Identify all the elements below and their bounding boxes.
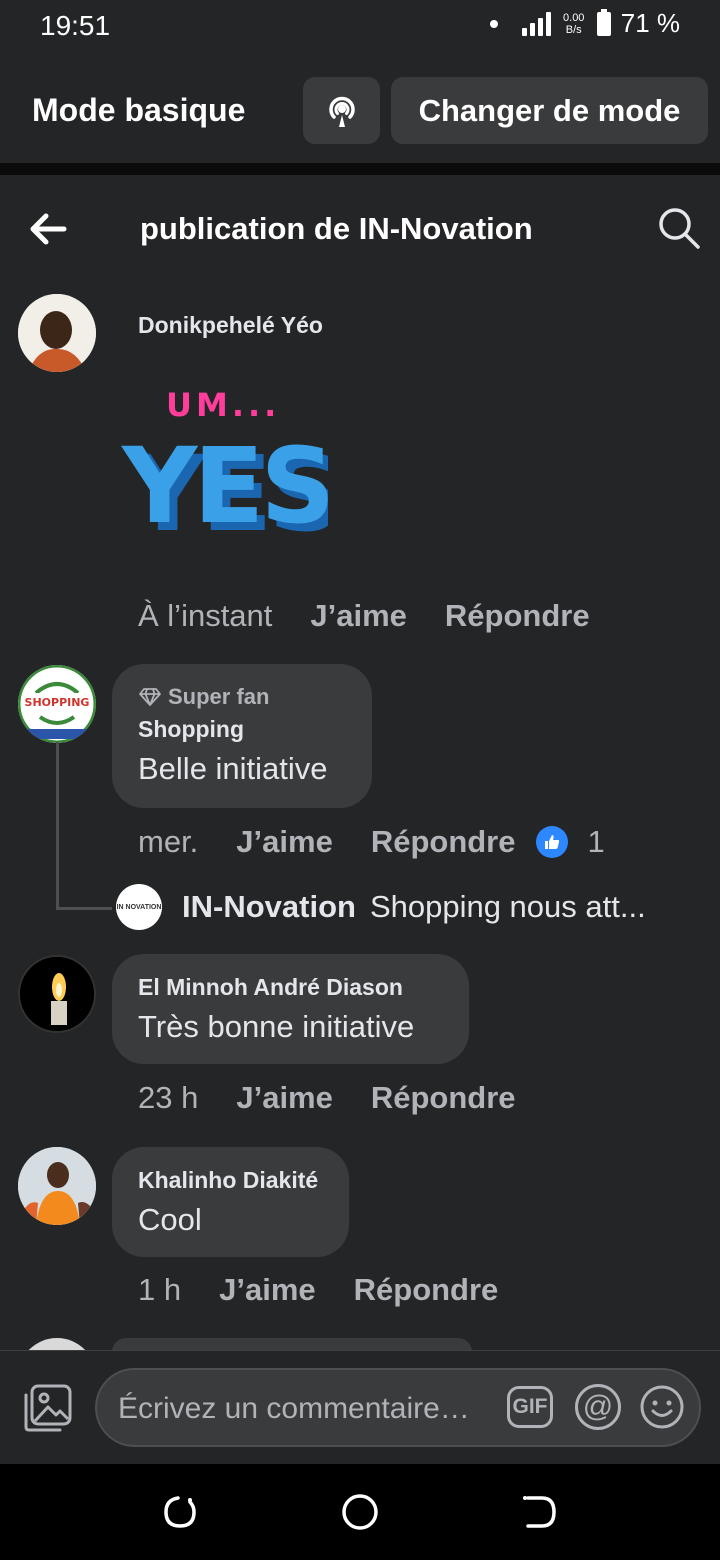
broadcast-button[interactable] xyxy=(303,77,380,144)
comment-author[interactable]: Donikpehelé Yéo xyxy=(138,312,323,339)
comment-bubble[interactable]: Khalinho Diakité Cool xyxy=(112,1147,349,1257)
comment-text: Très bonne initiative xyxy=(138,1009,415,1044)
shopping-logo: SHOPPING xyxy=(18,665,96,743)
like-button[interactable]: J’aime xyxy=(310,598,407,634)
page-header: publication de IN-Novation xyxy=(0,175,720,283)
sticker-text-top: UM... xyxy=(166,386,280,424)
system-nav-bar xyxy=(0,1464,720,1560)
battery-percent: 71 % xyxy=(620,8,680,38)
search-icon[interactable] xyxy=(656,205,702,251)
reply-text: Shopping nous att... xyxy=(369,889,646,924)
gif-button[interactable]: GIF xyxy=(507,1386,553,1428)
comment-timestamp[interactable]: 23 h xyxy=(138,1080,198,1116)
comment-placeholder: Écrivez un commentaire… xyxy=(118,1392,470,1425)
like-button[interactable]: J’aime xyxy=(236,1080,333,1116)
candle-photo xyxy=(20,957,94,1031)
diamond-icon xyxy=(139,688,161,706)
avatar[interactable] xyxy=(18,955,96,1033)
emoji-icon[interactable] xyxy=(639,1384,685,1430)
network-speed-unit: B/s xyxy=(565,23,582,36)
reaction-count: 1 xyxy=(587,824,605,859)
photo-icon[interactable] xyxy=(22,1383,74,1433)
status-time: 19:51 xyxy=(40,10,111,41)
comment-author[interactable]: Khalinho Diakité xyxy=(138,1167,323,1194)
comment-actions: mer. J’aime Répondre 1 xyxy=(138,824,605,860)
comment-composer: Écrivez un commentaire… GIF @ xyxy=(0,1350,720,1463)
reply-button[interactable]: Répondre xyxy=(371,824,516,860)
comment-author[interactable]: El Minnoh André Diason xyxy=(138,974,443,1001)
network-speed-value: 0.00 xyxy=(563,11,585,24)
battery-icon xyxy=(596,8,611,36)
reply-author[interactable]: IN-Novation xyxy=(182,889,356,925)
broadcast-icon xyxy=(328,96,355,127)
avatar[interactable]: SHOPPING xyxy=(18,665,96,743)
shopping-logo-text: SHOPPING xyxy=(25,696,90,709)
comment-author[interactable]: Shopping xyxy=(138,716,346,743)
comment-timestamp[interactable]: À l’instant xyxy=(138,598,272,634)
thread-connector xyxy=(56,742,112,910)
reply-button[interactable]: Répondre xyxy=(445,598,590,634)
back-nav-icon[interactable] xyxy=(520,1492,560,1532)
section-divider xyxy=(0,163,720,175)
super-fan-label: Super fan xyxy=(168,684,270,709)
reaction-summary[interactable]: 1 xyxy=(535,824,605,860)
reply-button[interactable]: Répondre xyxy=(354,1272,499,1308)
thumbs-up-icon xyxy=(535,826,568,858)
status-bar: 19:51 0.00 B/s 71 % xyxy=(0,0,720,50)
mode-bar: Mode basique Changer de mode xyxy=(0,60,720,162)
avatar: IN NOVATION xyxy=(116,884,162,930)
comment-bubble[interactable]: El Minnoh André Diason Très bonne initia… xyxy=(112,954,469,1064)
signal-strength-icon xyxy=(521,11,551,36)
super-fan-badge: Super fan xyxy=(138,684,346,710)
mention-button[interactable]: @ xyxy=(575,1384,621,1430)
page-title: publication de IN-Novation xyxy=(140,211,533,246)
profile-photo xyxy=(18,294,96,372)
back-arrow-icon[interactable] xyxy=(26,207,70,251)
recents-icon[interactable] xyxy=(160,1492,200,1532)
like-button[interactable]: J’aime xyxy=(236,824,333,860)
comment-text: Cool xyxy=(138,1202,202,1237)
profile-photo xyxy=(18,1147,96,1225)
notification-dot-icon xyxy=(489,19,498,28)
mode-title: Mode basique xyxy=(32,92,246,128)
network-speed: 0.00 B/s xyxy=(561,12,587,36)
status-indicators: 0.00 B/s 71 % xyxy=(489,8,680,39)
comment-actions: 1 h J’aime Répondre xyxy=(138,1272,536,1308)
reply-button[interactable]: Répondre xyxy=(371,1080,516,1116)
comment-input[interactable]: Écrivez un commentaire… GIF @ xyxy=(95,1368,701,1447)
sticker-image[interactable]: UM... YES YES xyxy=(118,382,343,555)
avatar[interactable] xyxy=(18,1147,96,1225)
comment-text: Belle initiative xyxy=(138,751,328,786)
comment-actions: 23 h J’aime Répondre xyxy=(138,1080,554,1116)
home-icon[interactable] xyxy=(340,1492,380,1532)
like-button[interactable]: J’aime xyxy=(219,1272,316,1308)
reply-preview[interactable]: IN NOVATION IN-Novation Shopping nous at… xyxy=(116,884,646,930)
comment-actions: À l’instant J’aime Répondre xyxy=(138,598,628,634)
avatar[interactable] xyxy=(18,294,96,372)
change-mode-button[interactable]: Changer de mode xyxy=(391,77,708,144)
in-novation-logo-text: IN NOVATION xyxy=(116,903,162,911)
comment-bubble[interactable]: Super fan Shopping Belle initiative xyxy=(112,664,372,808)
comment-timestamp[interactable]: mer. xyxy=(138,824,198,860)
sticker-text-main: YES xyxy=(120,425,328,542)
comment-timestamp[interactable]: 1 h xyxy=(138,1272,181,1308)
